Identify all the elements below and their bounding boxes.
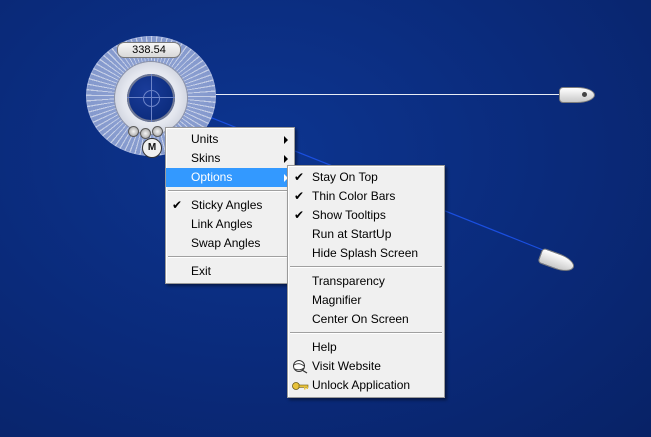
menu-item-thin-color-bars[interactable]: ✔ Thin Color Bars	[288, 187, 444, 206]
menu-item-label: Sticky Angles	[191, 198, 263, 212]
menu-item-skins[interactable]: Skins	[166, 149, 294, 168]
checkmark-icon: ✔	[294, 170, 305, 184]
menu-item-center-on-screen[interactable]: Center On Screen	[288, 310, 444, 329]
menu-item-label: Thin Color Bars	[312, 189, 396, 203]
menu-item-unlock-application[interactable]: Unlock Application	[288, 376, 444, 395]
menu-item-label: Stay On Top	[312, 170, 378, 184]
crosshair-circle	[143, 90, 160, 107]
menu-item-label: Visit Website	[312, 359, 381, 373]
menu-item-label: Magnifier	[312, 293, 362, 307]
settings-knob[interactable]	[152, 126, 163, 137]
menu-item-link-angles[interactable]: Link Angles	[166, 215, 294, 234]
menu-item-run-at-startup[interactable]: Run at StartUp	[288, 225, 444, 244]
checkmark-icon: ✔	[294, 208, 305, 222]
menu-item-visit-website[interactable]: Visit Website	[288, 357, 444, 376]
angle-readout: 338.54	[117, 42, 181, 58]
menu-item-magnifier[interactable]: Magnifier	[288, 291, 444, 310]
menu-item-exit[interactable]: Exit	[166, 262, 294, 281]
menu-item-label: Skins	[191, 151, 221, 165]
menu-item-label: Help	[312, 340, 337, 354]
menu-separator	[168, 190, 292, 192]
menu-item-label: Hide Splash Screen	[312, 246, 419, 260]
submenu-arrow-icon	[284, 155, 288, 163]
menu-item-swap-angles[interactable]: Swap Angles	[166, 234, 294, 253]
menu-item-label: Options	[191, 170, 233, 184]
menu-item-label: Center On Screen	[312, 312, 409, 326]
menu-item-label: Units	[191, 132, 219, 146]
menu-item-show-tooltips[interactable]: ✔ Show Tooltips	[288, 206, 444, 225]
menu-item-label: Show Tooltips	[312, 208, 386, 222]
menu-item-help[interactable]: Help	[288, 338, 444, 357]
menu-item-hide-splash-screen[interactable]: Hide Splash Screen	[288, 244, 444, 263]
globe-icon	[293, 360, 308, 374]
options-submenu: ✔ Stay On Top ✔ Thin Color Bars ✔ Show T…	[287, 165, 445, 398]
menu-item-label: Unlock Application	[312, 378, 411, 392]
knob-area	[123, 124, 165, 140]
menu-separator	[290, 266, 442, 268]
checkmark-icon: ✔	[294, 189, 305, 203]
menu-item-sticky-angles[interactable]: ✔ Sticky Angles	[166, 196, 294, 215]
menu-item-stay-on-top[interactable]: ✔ Stay On Top	[288, 168, 444, 187]
menu-item-label: Link Angles	[191, 217, 253, 231]
arm-handle-horizontal[interactable]	[559, 87, 595, 103]
context-menu: Units Skins Options ✔ Sticky Angles Link…	[165, 127, 295, 284]
minimize-knob[interactable]	[128, 126, 139, 137]
menu-separator	[290, 332, 442, 334]
submenu-arrow-icon	[284, 136, 288, 144]
menu-item-options[interactable]: Options	[166, 168, 294, 187]
menu-item-label: Exit	[191, 264, 212, 278]
key-icon	[292, 382, 309, 390]
menu-item-transparency[interactable]: Transparency	[288, 272, 444, 291]
menu-separator	[168, 256, 292, 258]
logo-icon[interactable]: M	[142, 138, 162, 158]
menu-item-units[interactable]: Units	[166, 130, 294, 149]
menu-item-label: Swap Angles	[191, 236, 261, 250]
menu-item-label: Run at StartUp	[312, 227, 392, 241]
checkmark-icon: ✔	[172, 198, 183, 212]
menu-item-label: Transparency	[312, 274, 385, 288]
